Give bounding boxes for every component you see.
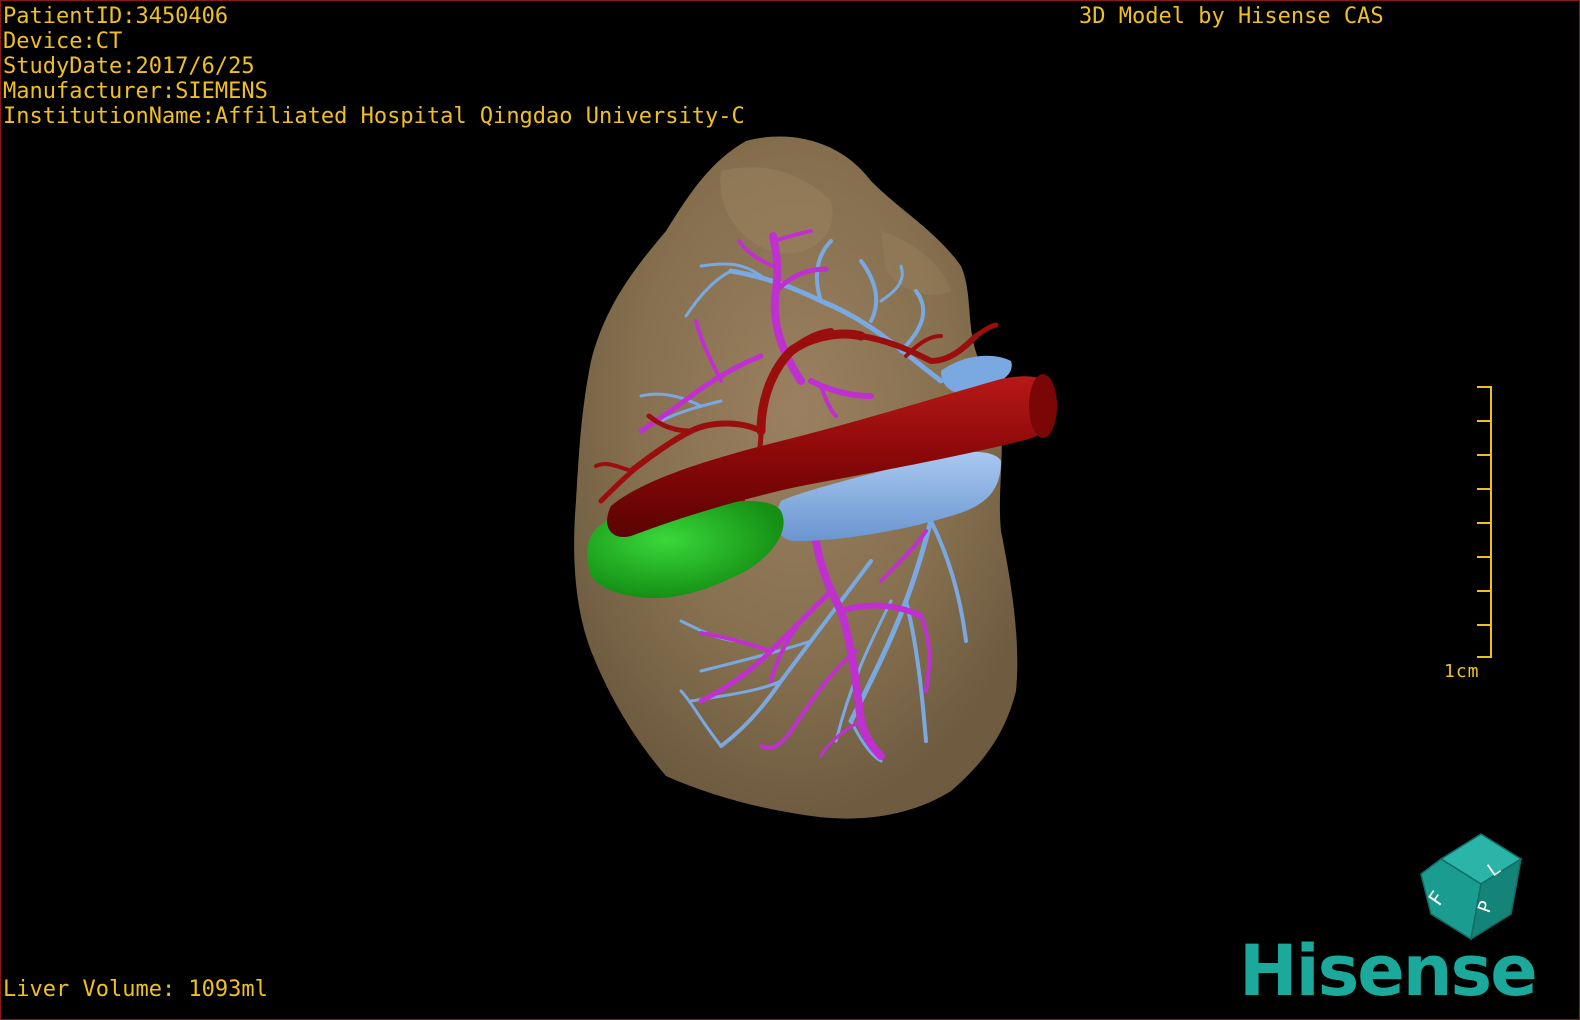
3d-viewport[interactable]: PatientID:3450406 Device:CT StudyDate:20… xyxy=(0,0,1580,1020)
institution-text: InstitutionName:Affiliated Hospital Qing… xyxy=(3,104,745,129)
liver-3d-model[interactable] xyxy=(1,1,1579,1019)
dicom-info-block: PatientID:3450406 Device:CT StudyDate:20… xyxy=(3,4,745,129)
hisense-logo: Hisense xyxy=(1239,930,1538,1012)
liver-volume-text: Liver Volume: 1093ml xyxy=(3,977,268,1002)
model-credit-text: 3D Model by Hisense CAS xyxy=(1079,4,1384,29)
scale-bar xyxy=(1477,386,1492,658)
study-date-text: StudyDate:2017/6/25 xyxy=(3,54,255,79)
aorta-end-cap xyxy=(1029,374,1057,438)
manufacturer-text: Manufacturer:SIEMENS xyxy=(3,79,268,104)
scale-label: 1cm xyxy=(1444,661,1480,682)
patient-id-text: PatientID:3450406 xyxy=(3,4,229,29)
device-text: Device:CT xyxy=(3,29,123,54)
orientation-cube-icon[interactable]: F L P xyxy=(1411,829,1531,944)
